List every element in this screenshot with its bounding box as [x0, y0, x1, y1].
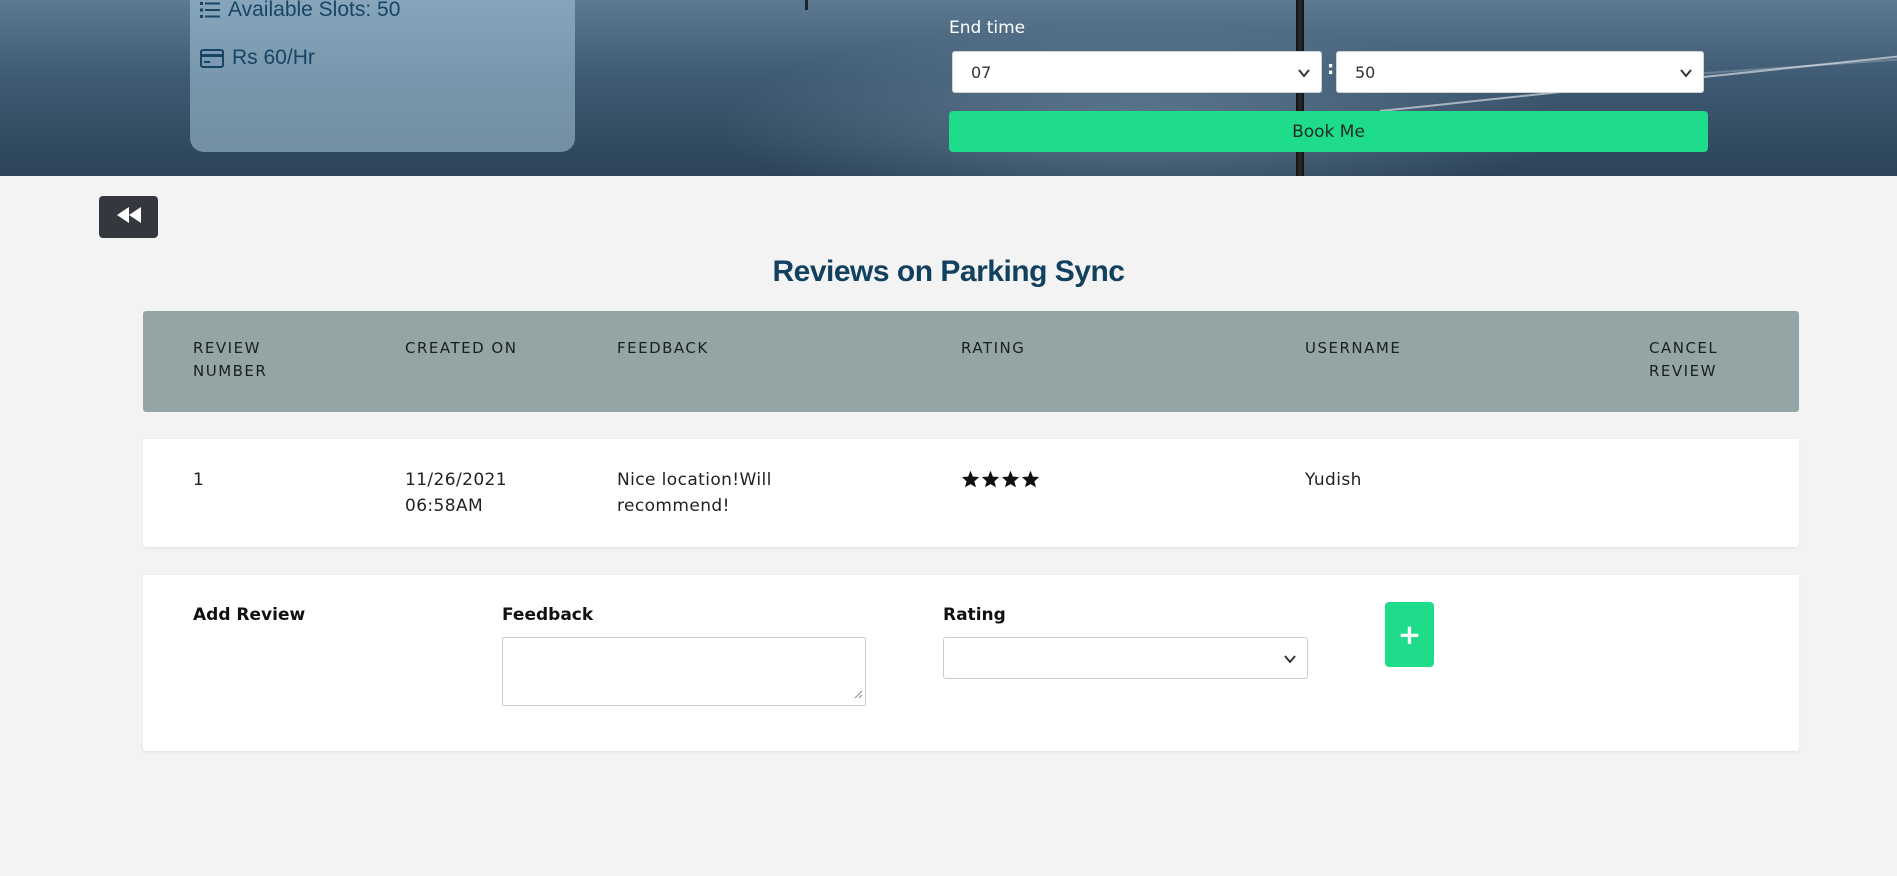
rating-stars	[961, 470, 1040, 492]
rating-label: Rating	[943, 605, 1006, 625]
list-icon	[200, 1, 220, 19]
created-on-cell: 11/26/2021 06:58AM	[405, 470, 507, 516]
plus-icon: +	[1397, 618, 1422, 651]
available-slots-row: Available Slots: 50	[200, 0, 400, 22]
backward-icon	[116, 206, 142, 228]
star-icon	[981, 470, 1000, 492]
column-header-feedback: Feedback	[617, 339, 709, 357]
time-separator: :	[1327, 58, 1335, 79]
credit-card-icon	[200, 48, 224, 68]
feedback-cell: Nice location!Will recommend!	[617, 470, 772, 516]
chevron-down-icon	[1679, 65, 1693, 84]
end-minute-value: 50	[1355, 62, 1376, 82]
resize-grip-icon[interactable]	[853, 684, 863, 703]
column-header-created-on: Created On	[405, 339, 518, 357]
feedback-textarea[interactable]	[502, 637, 866, 706]
reviews-table-header: Review Number Created On Feedback Rating…	[143, 311, 1799, 412]
book-me-button[interactable]: Book Me	[949, 111, 1708, 152]
background-post	[805, 0, 808, 10]
username-cell: Yudish	[1305, 470, 1362, 490]
price-row: Rs 60/Hr	[200, 46, 315, 70]
reviews-title: Reviews on Parking Sync	[772, 255, 1125, 288]
column-header-cancel-review: Cancel Review	[1649, 339, 1719, 380]
chevron-down-icon	[1297, 65, 1311, 84]
add-review-heading: Add Review	[193, 605, 306, 625]
end-hour-value: 07	[971, 62, 992, 82]
column-header-username: Username	[1305, 339, 1402, 357]
review-number-cell: 1	[193, 470, 205, 490]
available-slots-text: Available Slots: 50	[228, 0, 401, 21]
column-header-rating: Rating	[961, 339, 1026, 357]
end-hour-select[interactable]: 07	[952, 51, 1322, 93]
end-time-label: End time	[949, 18, 1026, 38]
star-icon	[1001, 470, 1020, 492]
chevron-down-icon	[1283, 651, 1297, 670]
parking-info-card: Available Slots: 50 Rs 60/Hr	[190, 0, 575, 152]
back-button[interactable]	[99, 196, 158, 238]
star-icon	[1021, 470, 1040, 492]
hero-banner: Available Slots: 50 Rs 60/Hr End time 07…	[0, 0, 1897, 176]
table-row: 1 11/26/2021 06:58AM Nice location!Will …	[143, 439, 1799, 547]
add-review-form: Add Review Feedback Rating +	[143, 575, 1799, 751]
rating-select[interactable]	[943, 637, 1308, 679]
feedback-label: Feedback	[502, 605, 594, 625]
add-review-button[interactable]: +	[1385, 602, 1434, 667]
star-icon	[961, 470, 980, 492]
end-minute-select[interactable]: 50	[1336, 51, 1704, 93]
price-text: Rs 60/Hr	[232, 46, 315, 69]
column-header-review-number: Review Number	[193, 339, 268, 380]
